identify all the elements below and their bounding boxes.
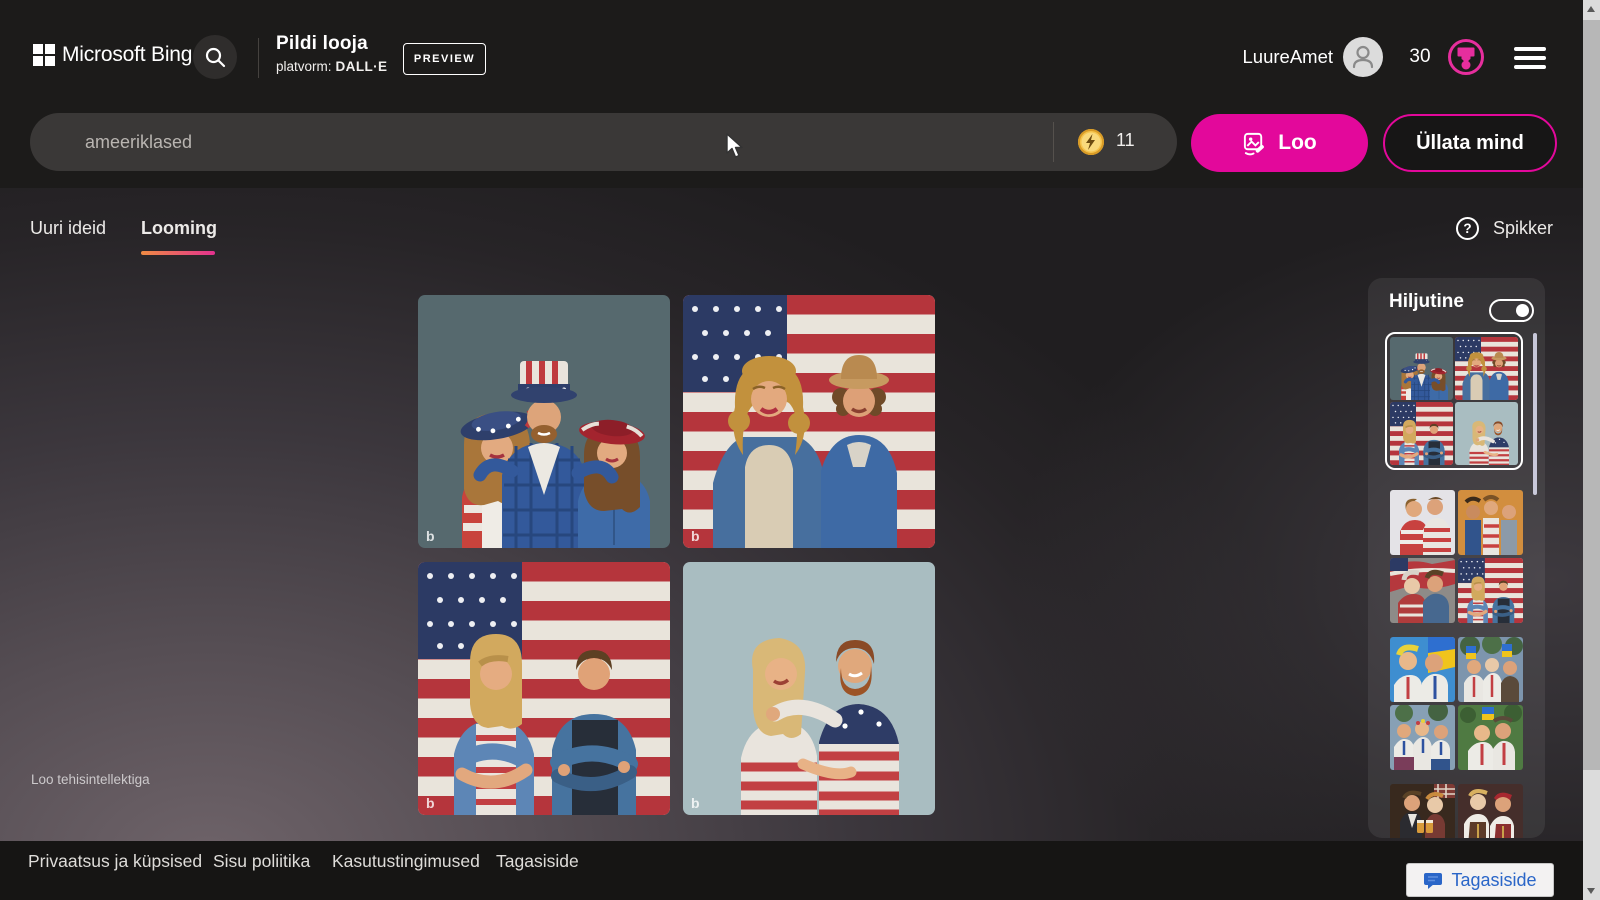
platform-name: DALL·E bbox=[335, 59, 388, 74]
create-image-icon bbox=[1244, 132, 1265, 155]
recent-item-4[interactable] bbox=[1390, 784, 1523, 838]
recent-thumb bbox=[1458, 637, 1523, 702]
bing-watermark: b bbox=[426, 795, 435, 811]
recent-item-1-selected[interactable] bbox=[1385, 332, 1523, 470]
prompt-bar: 11 bbox=[30, 113, 1177, 171]
recent-thumb bbox=[1390, 558, 1455, 623]
microsoft-bing-logo[interactable]: Microsoft Bing bbox=[33, 43, 192, 67]
surprise-me-button[interactable]: Üllata mind bbox=[1383, 114, 1557, 172]
footer-link-terms[interactable]: Kasutustingimused bbox=[332, 851, 480, 872]
rewards-button[interactable] bbox=[1447, 38, 1485, 76]
boost-coin-icon bbox=[1078, 129, 1104, 155]
recent-item-3[interactable] bbox=[1390, 637, 1523, 770]
prompt-input[interactable] bbox=[85, 113, 1025, 171]
scrollbar-up-arrow-icon[interactable] bbox=[1587, 6, 1595, 12]
page-title: Pildi looja bbox=[276, 33, 368, 54]
person-icon bbox=[1343, 37, 1383, 77]
recent-toggle[interactable] bbox=[1489, 299, 1534, 322]
help-icon: ? bbox=[1456, 217, 1479, 240]
help-label: Spikker bbox=[1493, 218, 1554, 238]
generated-image-2-art bbox=[683, 295, 935, 548]
footer-link-privacy[interactable]: Privaatsus ja küpsised bbox=[28, 851, 202, 872]
active-tab-underline bbox=[141, 251, 215, 255]
generated-image-2[interactable]: b bbox=[683, 295, 935, 548]
bing-watermark: b bbox=[426, 528, 435, 544]
feedback-button[interactable]: Tagasiside bbox=[1406, 863, 1554, 897]
create-button[interactable]: Loo bbox=[1191, 114, 1368, 172]
logo-text: Microsoft Bing bbox=[62, 43, 193, 66]
avatar[interactable] bbox=[1343, 37, 1383, 77]
mouse-cursor bbox=[726, 133, 743, 158]
prompt-bar-divider bbox=[1053, 122, 1054, 162]
recent-panel: Hiljutine bbox=[1368, 278, 1545, 838]
microsoft-logo-icon bbox=[33, 44, 55, 66]
generated-image-4-art bbox=[683, 562, 935, 815]
recent-thumb bbox=[1458, 490, 1523, 555]
hamburger-menu-button[interactable] bbox=[1514, 47, 1546, 69]
platform-prefix: platvorm: bbox=[276, 59, 332, 74]
username[interactable]: LuureAmet bbox=[1133, 46, 1334, 68]
recent-thumb bbox=[1458, 784, 1523, 838]
recent-thumb bbox=[1390, 490, 1455, 555]
recent-item-2[interactable] bbox=[1390, 490, 1523, 623]
recent-thumb bbox=[1390, 784, 1455, 838]
feedback-button-label: Tagasiside bbox=[1451, 869, 1537, 890]
generated-image-3[interactable]: b bbox=[418, 562, 670, 815]
recent-thumb bbox=[1455, 337, 1518, 400]
header-divider bbox=[258, 38, 259, 78]
recent-panel-scrollbar-thumb[interactable] bbox=[1533, 333, 1537, 495]
scrollbar-thumb[interactable] bbox=[1583, 20, 1600, 770]
generated-image-4[interactable]: b bbox=[683, 562, 935, 815]
scrollbar-down-arrow-icon[interactable] bbox=[1587, 888, 1595, 894]
recent-thumb bbox=[1455, 402, 1518, 465]
creations-grid: b b b b bbox=[418, 295, 935, 815]
recent-thumb bbox=[1390, 337, 1453, 400]
recent-panel-title: Hiljutine bbox=[1389, 291, 1464, 312]
toggle-knob bbox=[1516, 304, 1529, 317]
generated-image-3-art bbox=[418, 562, 670, 815]
recent-thumb bbox=[1458, 558, 1523, 623]
recent-thumb bbox=[1390, 705, 1455, 770]
footer-bar: Privaatsus ja küpsised Sisu poliitika Ka… bbox=[0, 841, 1600, 900]
generated-image-1[interactable]: b bbox=[418, 295, 670, 548]
footer-link-content-policy[interactable]: Sisu poliitika bbox=[213, 851, 310, 872]
generated-image-1-art bbox=[418, 295, 670, 548]
bing-image-creator-app: Microsoft Bing Pildi looja platvorm: DALL… bbox=[0, 0, 1600, 900]
search-icon bbox=[205, 47, 226, 68]
footer-link-feedback[interactable]: Tagasiside bbox=[496, 851, 579, 872]
bing-watermark: b bbox=[691, 795, 700, 811]
create-button-label: Loo bbox=[1278, 131, 1317, 154]
recent-thumb bbox=[1390, 637, 1455, 702]
rewards-points: 30 bbox=[1409, 46, 1431, 67]
platform-subtitle: platvorm: DALL·E bbox=[276, 59, 387, 74]
surprise-me-label: Üllata mind bbox=[1416, 131, 1524, 154]
bing-watermark: b bbox=[691, 528, 700, 544]
rewards-medal-icon bbox=[1448, 39, 1484, 75]
preview-badge: PREVIEW bbox=[403, 43, 486, 75]
recent-thumb bbox=[1458, 705, 1523, 770]
page-scrollbar[interactable] bbox=[1583, 0, 1600, 900]
help-link[interactable]: ? Spikker bbox=[1456, 217, 1553, 240]
search-button[interactable] bbox=[193, 35, 237, 79]
boost-count: 11 bbox=[1116, 130, 1135, 150]
feedback-bubble-icon bbox=[1424, 873, 1443, 889]
tab-explore-ideas[interactable]: Uuri ideid bbox=[30, 218, 106, 239]
ai-disclaimer: Loo tehisintellektiga bbox=[31, 772, 150, 787]
recent-thumb bbox=[1390, 402, 1453, 465]
tab-creations[interactable]: Looming bbox=[141, 218, 217, 239]
